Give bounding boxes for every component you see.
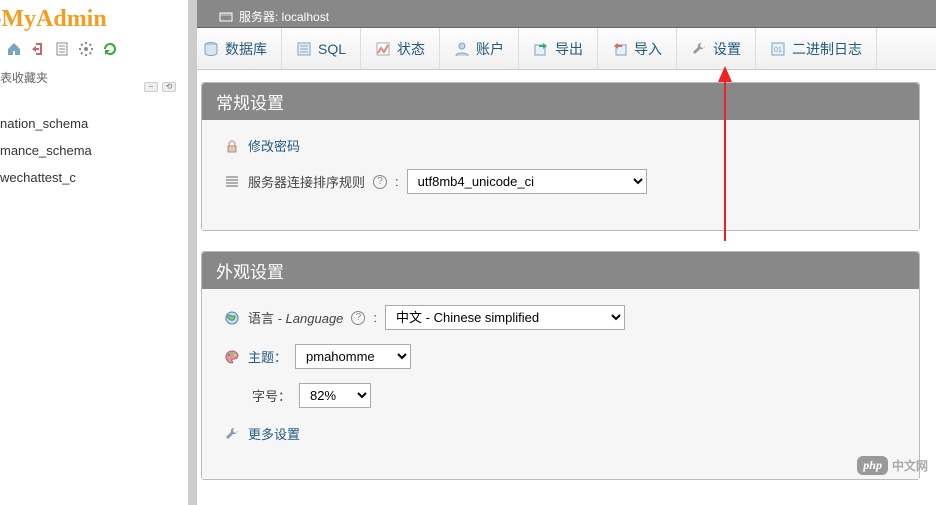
watermark-badge: php [857,456,888,475]
tree-item[interactable]: mance_schema [0,137,188,164]
fontsize-row: 字号： 82% [252,383,897,408]
sidebar-toolbar [0,37,188,65]
logo-my: MyAdmin [1,6,106,32]
tab-databases[interactable]: 数据库 [189,28,282,69]
export-icon [533,41,549,57]
logo[interactable]: pMyAdmin [0,0,188,37]
exit-icon[interactable] [30,41,46,57]
theme-label[interactable]: 主题： [248,347,287,366]
panel-general: 常规设置 修改密码 服务器连接排序规则 ? : utf8mb4_unicode_… [201,82,920,231]
collapse-buttons: − ⟲ [0,82,188,92]
lang-label: 语言 - Language [248,308,343,327]
svg-text:01: 01 [774,47,782,54]
fontsize-label: 字号： [252,386,291,405]
content: 常规设置 修改密码 服务器连接排序规则 ? : utf8mb4_unicode_… [189,70,936,500]
status-icon [375,41,391,57]
tab-users[interactable]: 账户 [440,28,519,69]
more-settings-link[interactable]: 更多设置 [248,424,300,443]
tab-export[interactable]: 导出 [519,28,598,69]
server-bar: 服务器: localhost [189,6,936,28]
home-icon[interactable] [6,41,22,57]
tab-sql[interactable]: SQL [282,28,361,69]
wrench-icon [691,41,707,57]
info-icon[interactable]: ? [351,311,365,325]
collation-label: 服务器连接排序规则 [248,172,365,191]
lock-icon [224,138,240,154]
tabs: 数据库 SQL 状态 账户 导出 导入 设置 01 二进制日志 [189,28,936,70]
globe-icon [224,310,240,326]
watermark: php 中文网 [857,456,928,475]
tree-item[interactable]: nation_schema [0,110,188,137]
collapse-minus-icon[interactable]: − [144,82,158,92]
server-label: 服务器: localhost [239,8,329,25]
tab-settings[interactable]: 设置 [677,28,756,69]
watermark-text: 中文网 [892,457,928,474]
tab-status[interactable]: 状态 [361,28,440,69]
sidebar: pMyAdmin 表收藏夹 − ⟲ nation_schema mance_sc… [0,0,189,505]
collapse-link-icon[interactable]: ⟲ [162,82,176,92]
tab-import[interactable]: 导入 [598,28,677,69]
panel-head-general: 常规设置 [202,83,919,120]
main: 服务器: localhost 数据库 SQL 状态 账户 导出 导入 设置 [189,0,936,505]
language-select[interactable]: 中文 - Chinese simplified [385,305,625,330]
tree-item[interactable]: wechattest_c [0,164,188,191]
user-icon [454,41,470,57]
palette-icon [224,349,240,365]
list-icon [224,174,240,190]
panel-appearance: 外观设置 语言 - Language ? : 中文 - Chinese simp… [201,251,920,480]
import-icon [612,41,628,57]
binlog-icon: 01 [770,41,786,57]
sql-icon [296,41,312,57]
gear-icon[interactable] [78,41,94,57]
db-tree: nation_schema mance_schema wechattest_c [0,92,188,191]
database-icon [203,41,219,57]
theme-select[interactable]: pmahomme [295,344,411,369]
collation-select[interactable]: utf8mb4_unicode_ci [407,169,647,194]
server-icon [219,10,233,24]
info-icon[interactable]: ? [373,175,387,189]
wrench-icon [224,426,240,442]
change-password-link[interactable]: 修改密码 [248,136,300,155]
refresh-icon[interactable] [102,41,118,57]
fontsize-select[interactable]: 82% [299,383,371,408]
doc-icon[interactable] [54,41,70,57]
panel-head-appearance: 外观设置 [202,252,919,289]
tab-binlog[interactable]: 01 二进制日志 [756,28,877,69]
